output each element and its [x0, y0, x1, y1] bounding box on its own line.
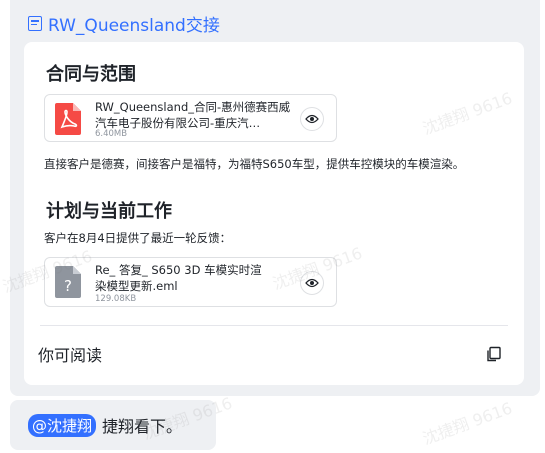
preview-button[interactable] — [300, 271, 324, 295]
mention-chip[interactable]: @沈捷翔 — [28, 413, 97, 437]
pdf-icon — [55, 103, 81, 135]
reply-bubble: @沈捷翔 捷翔看下。 — [10, 400, 216, 450]
doc-preview-card[interactable]: 合同与范围 RW_Queensland_合同-惠州德赛西威汽车电子股份有限公司-… — [24, 42, 524, 385]
doc-icon — [28, 15, 42, 31]
section-heading-contract: 合同与范围 — [46, 64, 136, 85]
doc-title[interactable]: RW_Queensland交接 — [48, 11, 220, 36]
doc-preview-content: 合同与范围 RW_Queensland_合同-惠州德赛西威汽车电子股份有限公司-… — [24, 42, 524, 327]
permission-label: 你可阅读 — [38, 346, 103, 365]
unknown-file-icon: ? — [55, 266, 81, 298]
doc-link[interactable]: RW_Queensland交接 — [28, 10, 220, 36]
copy-icon[interactable] — [486, 346, 502, 362]
file-size: 129.08KB — [95, 294, 137, 304]
divider — [40, 325, 508, 326]
contract-description: 直接客户是德赛，间接客户是福特，为福特S650车型，提供车控模块的车模渲染。 — [44, 157, 465, 171]
file-attachment-contract[interactable]: RW_Queensland_合同-惠州德赛西威汽车电子股份有限公司-重庆汽… 6… — [44, 94, 337, 142]
svg-text:?: ? — [64, 277, 72, 295]
eye-icon — [305, 278, 319, 288]
reply-text: 捷翔看下。 — [102, 417, 183, 436]
plan-description: 客户在8月4日提供了最近一轮反馈： — [44, 231, 232, 245]
file-attachment-email[interactable]: ? Re_ 答复_ S650 3D 车模实时渲染模型更新.eml 129.08K… — [44, 257, 337, 307]
eye-icon — [305, 114, 319, 124]
file-size: 6.40MB — [95, 129, 128, 139]
section-heading-plan: 计划与当前工作 — [46, 201, 172, 222]
file-name: Re_ 答复_ S650 3D 车模实时渲染模型更新.eml — [95, 263, 262, 293]
file-name: RW_Queensland_合同-惠州德赛西威汽车电子股份有限公司-重庆汽… — [95, 100, 291, 130]
watermark: 沈捷翔 9616 — [420, 398, 515, 449]
preview-button[interactable] — [300, 107, 324, 131]
